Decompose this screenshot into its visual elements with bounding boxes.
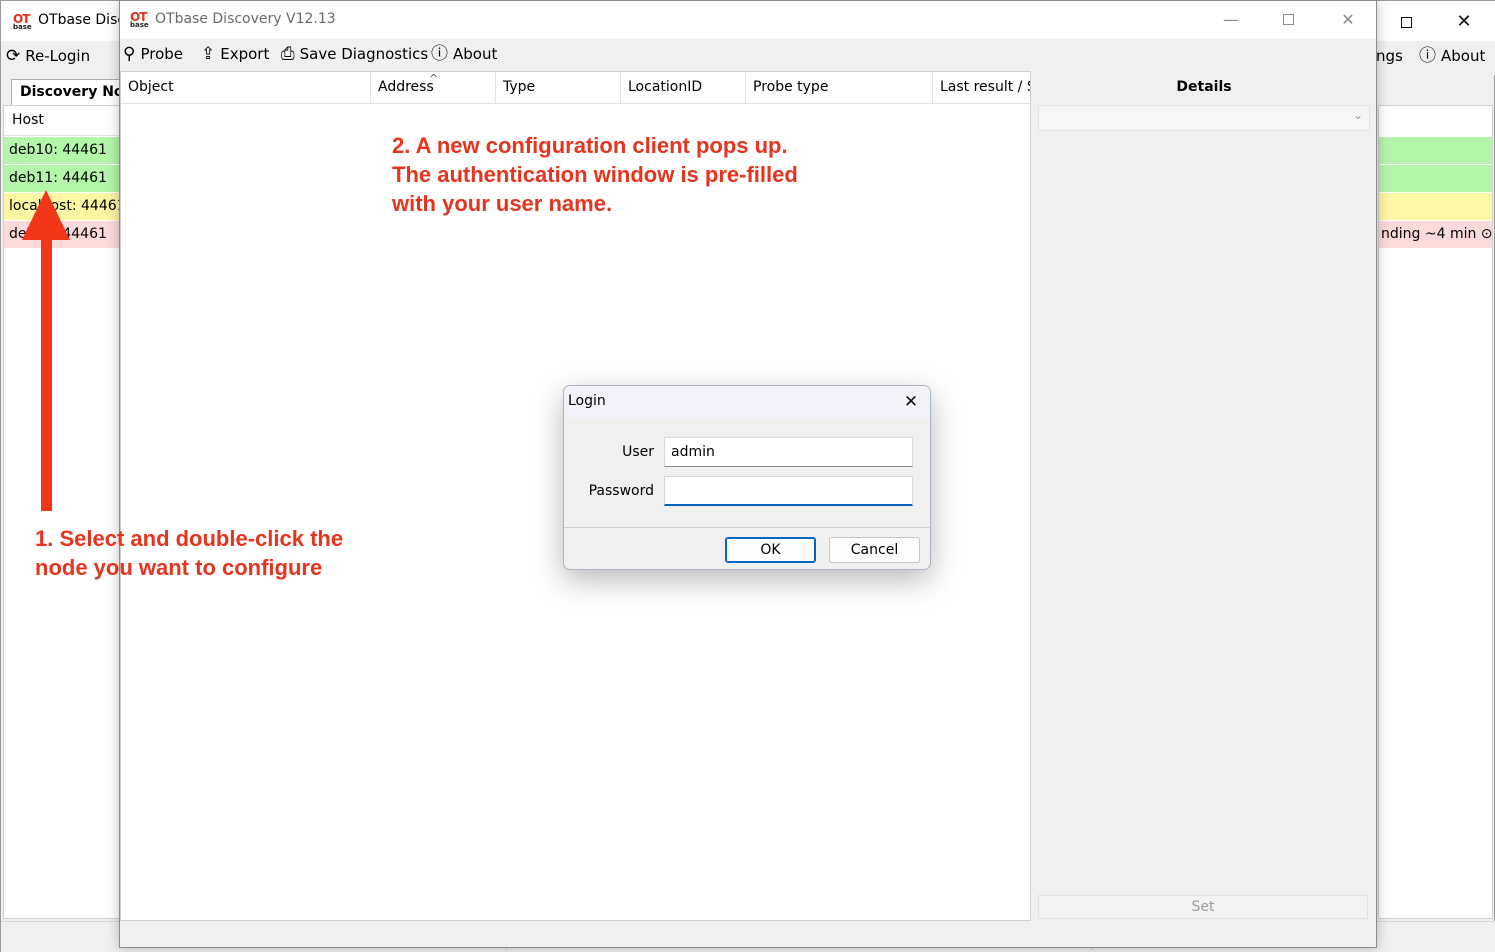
annotation-step1: 1. Select and double-click the node you … [35, 524, 343, 582]
user-field[interactable] [664, 437, 913, 467]
maximize-icon[interactable] [1267, 5, 1311, 35]
otbase-logo: OT base [130, 10, 149, 29]
export-icon: ⇪ [201, 43, 216, 64]
host-row[interactable]: deb11: 44461 [4, 165, 121, 192]
host-list-status-strip: nding ~4 min ⊙) [1378, 105, 1493, 919]
minimize-icon[interactable]: — [1209, 5, 1253, 35]
column-header-locationid[interactable]: LocationID [621, 72, 746, 104]
host-row[interactable]: localhost: 44461 [4, 193, 121, 220]
details-dropdown[interactable]: ⌄ [1038, 105, 1370, 131]
host-row[interactable]: deb10: 44461 [4, 137, 121, 164]
close-icon[interactable]: ✕ [897, 388, 925, 416]
cancel-button[interactable]: Cancel [829, 537, 920, 563]
annotation-step2-line1: 2. A new configuration client pops up. [392, 133, 788, 158]
tab-discovery-nodes[interactable]: Discovery Nodes [11, 79, 120, 105]
annotation-step2-line3: with your user name. [392, 191, 613, 216]
host-list: Host deb10: 44461 deb11: 44461 localhost… [3, 105, 121, 919]
maximize-icon[interactable] [1391, 7, 1421, 37]
save-diagnostics-button[interactable]: ⎙ Save Diagnostics [281, 45, 428, 63]
host-column-header[interactable]: Host [4, 106, 121, 136]
otbase-logo: OT base [13, 12, 32, 31]
login-dialog: Login ✕ User Password OK Cancel [563, 385, 931, 570]
column-header-probe-type[interactable]: Probe type [746, 72, 933, 104]
export-button[interactable]: ⇪ Export [201, 45, 269, 63]
password-field[interactable] [664, 476, 913, 506]
sort-caret-icon: ^ [429, 72, 439, 85]
column-header-object[interactable]: Object [121, 72, 371, 104]
settings-button[interactable]: ngs [1376, 47, 1403, 65]
annotation-step1-line1: 1. Select and double-click the [35, 526, 344, 551]
status-cell: nding ~4 min ⊙) [1379, 221, 1492, 248]
dialog-title: Login [568, 393, 606, 409]
annotation-step1-line2: node you want to configure [35, 555, 323, 580]
close-icon[interactable]: ✕ [1326, 5, 1370, 35]
relogin-button[interactable]: ⟳ Re-Login [6, 47, 90, 65]
back-window-title: OTbase Discovery V12.13 [38, 12, 120, 28]
column-header-type[interactable]: Type [496, 72, 621, 104]
details-panel: Details ⌄ Set [1032, 71, 1376, 921]
dialog-divider [564, 527, 930, 528]
back-about-button[interactable]: ⓘ About [1419, 47, 1485, 65]
annotation-step2: 2. A new configuration client pops up. T… [392, 131, 798, 218]
user-label: User [622, 444, 654, 460]
relogin-icon: ⟳ [6, 45, 21, 66]
front-window-title: OTbase Discovery V12.13 [155, 11, 336, 27]
chevron-down-icon: ⌄ [1352, 108, 1363, 122]
probe-button[interactable]: ⚲ Probe [123, 45, 183, 63]
host-row[interactable]: deb12: 44461 [4, 221, 121, 248]
status-cell [1379, 165, 1492, 192]
probe-search-icon: ⚲ [123, 43, 136, 64]
about-info-icon: ⓘ [1419, 45, 1436, 66]
status-cell [1379, 193, 1492, 220]
close-icon[interactable]: ✕ [1449, 7, 1479, 37]
front-toolbar: ⚲ Probe ⇪ Export ⎙ Save Diagnostics ⓘ Ab… [120, 39, 1376, 71]
annotation-step2-line2: The authentication window is pre-filled [392, 162, 798, 187]
about-button[interactable]: ⓘ About [431, 45, 497, 63]
details-title: Details [1176, 79, 1232, 95]
status-cell [1379, 137, 1492, 164]
grid-header: Object Address ^ Type LocationID Probe t… [121, 72, 1030, 104]
ok-button[interactable]: OK [725, 537, 816, 563]
save-diagnostics-icon: ⎙ [281, 43, 295, 64]
about-info-icon: ⓘ [431, 43, 448, 64]
dialog-titlebar: Login ✕ [564, 386, 930, 418]
column-header-last-result[interactable]: Last result / St [933, 72, 1030, 104]
front-titlebar: OT base OTbase Discovery V12.13 — ✕ [120, 1, 1376, 39]
password-label: Password [588, 483, 654, 499]
set-button[interactable]: Set [1038, 895, 1368, 919]
